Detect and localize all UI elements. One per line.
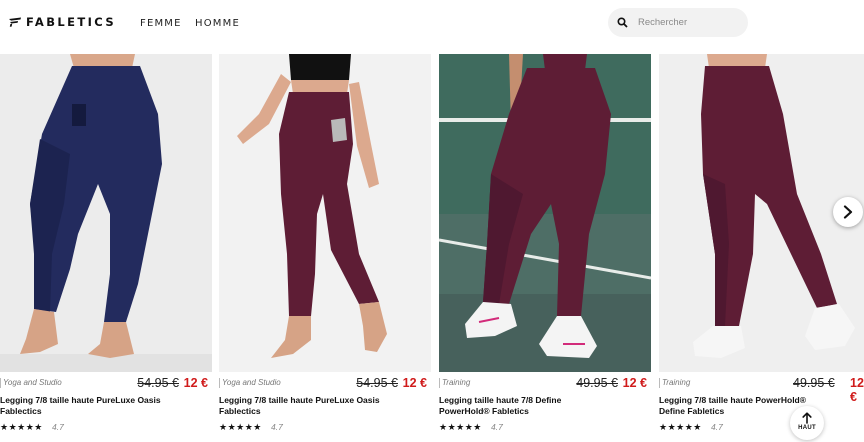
rating-value: 4.7 bbox=[271, 422, 283, 432]
original-price: 54.95 € bbox=[356, 376, 398, 390]
original-price: 49.95 € bbox=[793, 376, 835, 390]
brand-name: FABLETICS bbox=[26, 15, 117, 29]
product-card[interactable]: Yoga and Studio 54.95 € 12 € Legging 7/8… bbox=[0, 54, 212, 442]
sale-price: 12 € bbox=[850, 376, 864, 404]
rating-value: 4.7 bbox=[491, 422, 503, 432]
fabletics-f-icon bbox=[9, 17, 21, 27]
original-price: 49.95 € bbox=[576, 376, 618, 390]
search-icon bbox=[617, 17, 628, 28]
product-category: Training bbox=[659, 378, 690, 388]
original-price: 54.95 € bbox=[137, 376, 179, 390]
search-input[interactable] bbox=[638, 14, 742, 31]
product-category: Yoga and Studio bbox=[0, 378, 62, 388]
nav-homme[interactable]: HOMME bbox=[195, 18, 240, 29]
rating-stars-icon: ★★★★★ bbox=[0, 422, 43, 432]
product-name[interactable]: Legging 7/8 taille haute PureLuxe Oasis … bbox=[0, 395, 170, 417]
product-category: Training bbox=[439, 378, 470, 388]
product-card[interactable]: Training 49.95 € 12 € Legging taille hau… bbox=[439, 54, 651, 442]
product-category: Yoga and Studio bbox=[219, 378, 281, 388]
brand-logo[interactable]: FABLETICS bbox=[8, 15, 116, 29]
product-card[interactable]: Training 49.95 € 12 € Legging 7/8 taille… bbox=[659, 54, 864, 442]
product-image[interactable] bbox=[219, 54, 431, 372]
rating-value: 4.7 bbox=[52, 422, 64, 432]
chevron-right-icon bbox=[843, 205, 853, 219]
site-header: FABLETICS FEMME HOMME bbox=[0, 0, 864, 50]
product-name[interactable]: Legging taille haute 7/8 Define PowerHol… bbox=[439, 395, 609, 417]
product-name[interactable]: Legging 7/8 taille haute PureLuxe Oasis … bbox=[219, 395, 389, 417]
rating-value: 4.7 bbox=[711, 422, 723, 432]
back-to-top-button[interactable]: HAUT bbox=[790, 406, 824, 440]
sale-price: 12 € bbox=[402, 376, 427, 390]
rating-stars-icon: ★★★★★ bbox=[659, 422, 702, 432]
back-to-top-label: HAUT bbox=[798, 425, 816, 431]
sale-price: 12 € bbox=[183, 376, 208, 390]
carousel-next-button[interactable] bbox=[833, 197, 863, 227]
product-card[interactable]: Yoga and Studio 54.95 € 12 € Legging 7/8… bbox=[219, 54, 431, 442]
sale-price: 12 € bbox=[622, 376, 647, 390]
arrow-up-icon bbox=[802, 412, 812, 424]
rating-stars-icon: ★★★★★ bbox=[219, 422, 262, 432]
nav-femme[interactable]: FEMME bbox=[140, 18, 182, 29]
search-bar[interactable] bbox=[608, 8, 748, 37]
product-image[interactable] bbox=[439, 54, 651, 372]
rating-stars-icon: ★★★★★ bbox=[439, 422, 482, 432]
product-image[interactable] bbox=[0, 54, 212, 372]
